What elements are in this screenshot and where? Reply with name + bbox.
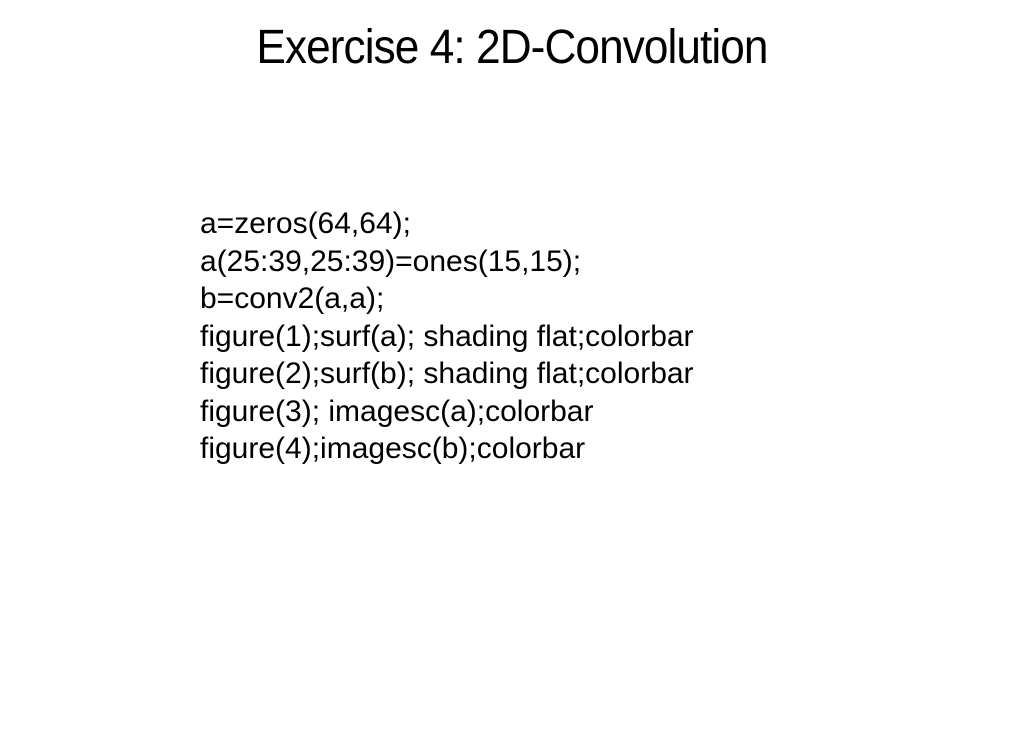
- code-line: figure(3); imagesc(a);colorbar: [200, 393, 694, 431]
- code-line: b=conv2(a,a);: [200, 280, 694, 318]
- code-line: figure(1);surf(a); shading flat;colorbar: [200, 318, 694, 356]
- code-line: a(25:39,25:39)=ones(15,15);: [200, 243, 694, 281]
- code-line: a=zeros(64,64);: [200, 205, 694, 243]
- code-line: figure(4);imagesc(b);colorbar: [200, 430, 694, 468]
- code-block: a=zeros(64,64); a(25:39,25:39)=ones(15,1…: [200, 205, 694, 468]
- code-line: figure(2);surf(b); shading flat;colorbar: [200, 355, 694, 393]
- slide-title: Exercise 4: 2D-Convolution: [41, 20, 983, 75]
